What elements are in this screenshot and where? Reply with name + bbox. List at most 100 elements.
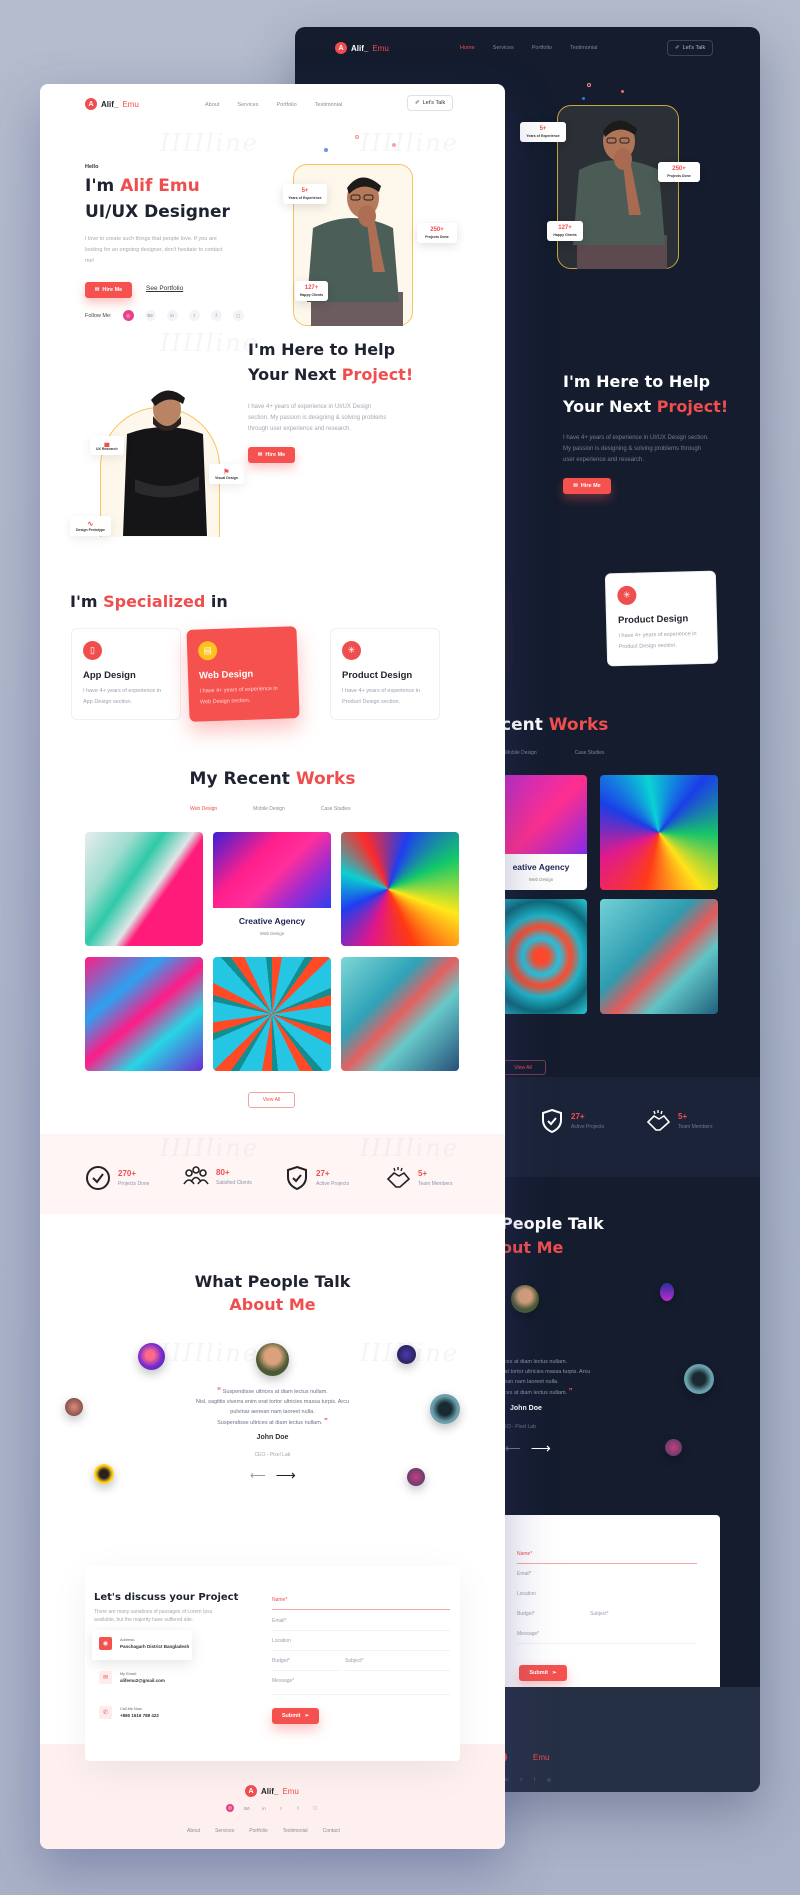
- check-circle-icon: [86, 1166, 110, 1190]
- dark-tab-case-studies[interactable]: Case Studies: [575, 750, 605, 756]
- facebook-icon[interactable]: f: [294, 1804, 302, 1812]
- dark-nav-testimonial[interactable]: Testimonial: [570, 45, 598, 51]
- budget-field[interactable]: Budget*: [272, 1658, 340, 1671]
- quote-open-icon: “: [217, 1386, 222, 1395]
- dark-work-item[interactable]: [495, 899, 587, 1014]
- badge-ux-research: ▄ UX Research: [90, 436, 124, 455]
- light-logo[interactable]: A Alif_ Emu: [85, 98, 139, 110]
- avatar[interactable]: [138, 1343, 165, 1370]
- linkedin-icon[interactable]: in: [166, 310, 178, 321]
- dark-work-featured[interactable]: eative Agency Web Design: [495, 775, 587, 890]
- dark-avatar[interactable]: [665, 1439, 682, 1456]
- dark-testimonial-name: John Doe: [510, 1405, 542, 1412]
- instagram-icon[interactable]: ◎: [547, 1777, 551, 1783]
- follow-me: Follow Me: ◎ Bē in t f ◻: [85, 310, 244, 321]
- see-portfolio-link[interactable]: See Portfolio: [146, 285, 183, 292]
- mail-icon: ✉: [94, 287, 100, 293]
- dark-nav: Home Services Portfolio Testimonial: [460, 45, 597, 51]
- footer-logo[interactable]: A Alif_ Emu: [245, 1785, 299, 1797]
- dark-avatar[interactable]: [684, 1364, 714, 1394]
- arrow-right-icon[interactable]: ⟶: [531, 1440, 551, 1457]
- dark-works-title: cent Works: [501, 715, 609, 735]
- view-all-button[interactable]: View All: [248, 1092, 295, 1108]
- service-card-product-design[interactable]: ✳ Product Design I have 4+ years of expe…: [330, 628, 440, 720]
- avatar[interactable]: [430, 1394, 460, 1424]
- work-item[interactable]: [341, 832, 459, 946]
- dark-testimonial-role: CEO - Pixel Lab: [500, 1424, 536, 1430]
- contact-paragraph: There are many variations of passages of…: [94, 1609, 213, 1623]
- contact-box: Let's discuss your Project There are man…: [85, 1566, 460, 1761]
- dark-work-item[interactable]: [600, 899, 718, 1014]
- product-icon: ✳: [617, 585, 637, 606]
- twitter-icon[interactable]: t: [277, 1804, 285, 1812]
- avatar[interactable]: [397, 1345, 416, 1364]
- avatar[interactable]: [407, 1468, 425, 1486]
- nav-testimonial[interactable]: Testimonial: [315, 102, 343, 108]
- email-field[interactable]: Email*: [272, 1618, 450, 1631]
- arrow-left-icon[interactable]: ⟵: [250, 1469, 266, 1482]
- service-card-app-design[interactable]: ▯ App Design I have 4+ years of experien…: [71, 628, 181, 720]
- decor-dot: [582, 97, 585, 100]
- name-field[interactable]: Name*: [272, 1597, 450, 1610]
- message-field[interactable]: Message*: [272, 1678, 450, 1695]
- watermark: IIIIline: [160, 329, 259, 357]
- nav-about[interactable]: About: [205, 102, 219, 108]
- behance-icon[interactable]: Bē: [243, 1804, 251, 1812]
- dark-avatar-main[interactable]: [511, 1285, 539, 1313]
- lets-talk-button[interactable]: ✐ Let's Talk: [407, 95, 454, 111]
- tab-web-design[interactable]: Web Design: [190, 806, 217, 812]
- dribbble-icon[interactable]: ◎: [122, 310, 134, 321]
- facebook-icon[interactable]: f: [534, 1777, 535, 1783]
- dark-hire-me-button[interactable]: ✉ Hire Me: [563, 478, 611, 494]
- work-item[interactable]: [85, 832, 203, 946]
- linkedin-icon[interactable]: in: [260, 1804, 268, 1812]
- instagram-icon[interactable]: ◻: [232, 310, 244, 321]
- person-illustration: [573, 120, 667, 269]
- location-field[interactable]: Location: [272, 1638, 450, 1651]
- dark-view-all-button[interactable]: View All: [500, 1060, 546, 1075]
- testimonial-arrows: ⟵ ⟶: [250, 1467, 296, 1484]
- instagram-icon[interactable]: ◻: [311, 1804, 319, 1812]
- watermark: IIIIline: [160, 1339, 259, 1367]
- dribbble-icon[interactable]: ◎: [226, 1804, 234, 1812]
- service-card-web-design[interactable]: ▤ Web Design I have 4+ years of experien…: [186, 626, 300, 722]
- behance-icon[interactable]: Bē: [144, 310, 156, 321]
- twitter-icon[interactable]: t: [188, 310, 200, 321]
- avatar[interactable]: [94, 1464, 114, 1484]
- avatar-active[interactable]: [256, 1343, 289, 1376]
- dark-avatar[interactable]: [660, 1283, 674, 1301]
- nav-services[interactable]: Services: [237, 102, 258, 108]
- quote-close-icon: ”: [323, 1417, 328, 1426]
- submit-button[interactable]: Submit ➢: [272, 1708, 319, 1724]
- dark-counter-team-members: 5+ Team Members: [645, 1108, 712, 1134]
- tab-case-studies[interactable]: Case Studies: [321, 806, 351, 812]
- dark-nav-services[interactable]: Services: [493, 45, 514, 51]
- dark-service-card-product[interactable]: ✳ Product Design I have 4+ years of expe…: [604, 570, 719, 667]
- about-hire-me-button[interactable]: ✉ Hire Me: [248, 447, 295, 463]
- location-icon: ◉: [99, 1637, 112, 1650]
- tab-mobile-design[interactable]: Mobile Design: [253, 806, 285, 812]
- work-item[interactable]: [213, 957, 331, 1071]
- work-featured-creative-agency[interactable]: Creative Agency Web Design: [213, 832, 331, 946]
- subject-field[interactable]: Subject*: [345, 1658, 450, 1671]
- work-item[interactable]: [341, 957, 459, 1071]
- dark-nav-home[interactable]: Home: [460, 45, 475, 51]
- dark-logo[interactable]: A Alif_ Emu: [335, 42, 389, 54]
- facebook-icon[interactable]: f: [210, 310, 222, 321]
- dark-lets-talk-button[interactable]: ✐ Let's Talk: [667, 40, 714, 56]
- dark-tab-mobile-design[interactable]: Mobile Design: [505, 750, 537, 756]
- arrow-right-icon[interactable]: ⟶: [276, 1467, 296, 1484]
- nav-portfolio[interactable]: Portfolio: [276, 102, 296, 108]
- linkedin-icon[interactable]: in: [505, 1777, 509, 1783]
- avatar[interactable]: [65, 1398, 83, 1416]
- services-title: I'm Specialized in: [70, 592, 228, 611]
- dark-work-item[interactable]: [600, 775, 718, 890]
- work-item[interactable]: [85, 957, 203, 1071]
- handshake-icon: [646, 1110, 671, 1131]
- decor-dot: [355, 135, 359, 139]
- counter-satisfied-clients: 80+ Satisfied Clients: [183, 1165, 252, 1189]
- dark-nav-portfolio[interactable]: Portfolio: [532, 45, 552, 51]
- arrow-left-icon[interactable]: ⟵: [505, 1442, 521, 1455]
- hire-me-button[interactable]: ✉ Hire Me: [85, 282, 132, 298]
- twitter-icon[interactable]: t: [521, 1777, 522, 1783]
